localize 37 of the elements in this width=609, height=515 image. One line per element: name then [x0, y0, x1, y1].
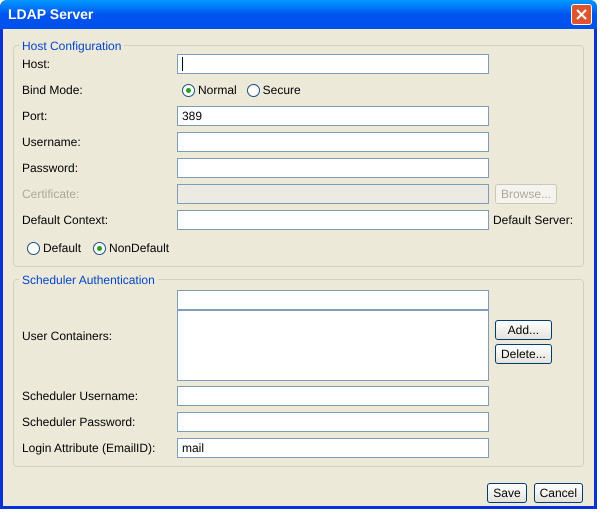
- field-label: Password:: [22, 160, 80, 177]
- radio-label: Secure: [262, 82, 301, 99]
- field-label: Default Context:: [22, 212, 110, 229]
- field-label: Scheduler Username:: [22, 388, 140, 405]
- field-label: Login Attribute (EmailID):: [22, 440, 156, 457]
- input-field[interactable]: [177, 132, 489, 152]
- radio-button[interactable]: [27, 242, 40, 254]
- input-field[interactable]: [177, 412, 489, 432]
- radio-button[interactable]: [246, 84, 260, 96]
- close-button[interactable]: [571, 4, 592, 25]
- window-title: LDAP Server: [8, 5, 94, 24]
- field-label: Certificate:: [22, 186, 80, 203]
- dialog-button[interactable]: Cancel: [534, 483, 583, 503]
- input-field[interactable]: [177, 158, 489, 178]
- input-field[interactable]: [177, 210, 489, 230]
- field-label: Default Server:: [493, 212, 574, 229]
- dialog-button[interactable]: Save: [487, 483, 527, 503]
- input-field[interactable]: 389: [177, 106, 489, 126]
- close-icon: [576, 9, 587, 20]
- dialog-button[interactable]: Add...: [495, 320, 552, 340]
- dialog-button[interactable]: Delete...: [495, 344, 552, 364]
- field-label: Bind Mode:: [22, 82, 84, 99]
- field-label: Host:: [22, 56, 52, 73]
- radio-label: Normal: [198, 82, 237, 99]
- radio-button[interactable]: [93, 242, 106, 254]
- input-field[interactable]: [177, 290, 489, 310]
- input-field[interactable]: [177, 54, 489, 74]
- list-box[interactable]: [177, 310, 489, 381]
- input-field[interactable]: [177, 386, 489, 406]
- radio-button[interactable]: [182, 84, 195, 96]
- field-label: User Containers:: [22, 328, 114, 344]
- radio-label: NonDefault: [109, 240, 170, 257]
- field-label: Scheduler Password:: [22, 414, 136, 431]
- field-label: Username:: [22, 134, 82, 151]
- field-label: Port:: [22, 108, 48, 125]
- radio-label: Default: [43, 240, 82, 257]
- input-field[interactable]: mail: [177, 438, 489, 458]
